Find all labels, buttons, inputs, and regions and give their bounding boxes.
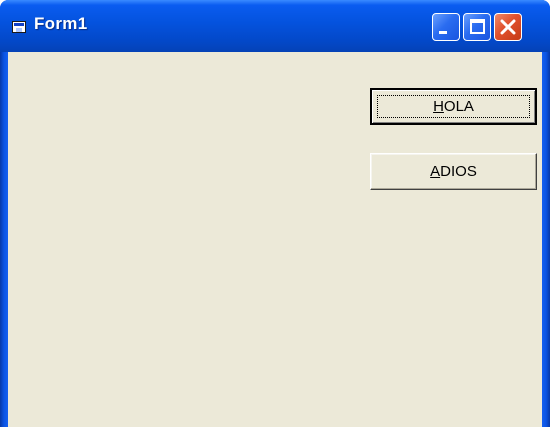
maximize-button[interactable]	[463, 13, 491, 41]
window-title: Form1	[34, 14, 88, 33]
form1-window: Form1 HOLA ADIOS	[0, 0, 550, 427]
form-icon[interactable]	[12, 21, 26, 33]
minimize-button[interactable]	[432, 13, 460, 41]
window-frame-left[interactable]	[0, 52, 8, 427]
title-bar[interactable]: Form1	[0, 0, 550, 52]
form-client-area: HOLA ADIOS	[8, 52, 542, 427]
adios-button[interactable]: ADIOS	[370, 153, 537, 190]
adios-button-label: ADIOS	[430, 163, 477, 180]
minimize-icon	[439, 31, 447, 34]
maximize-icon	[470, 19, 485, 34]
hola-button[interactable]: HOLA	[370, 88, 537, 125]
window-frame-right[interactable]	[542, 52, 550, 427]
hola-button-label: HOLA	[433, 98, 474, 115]
close-icon	[500, 19, 516, 35]
close-button[interactable]	[494, 13, 522, 41]
